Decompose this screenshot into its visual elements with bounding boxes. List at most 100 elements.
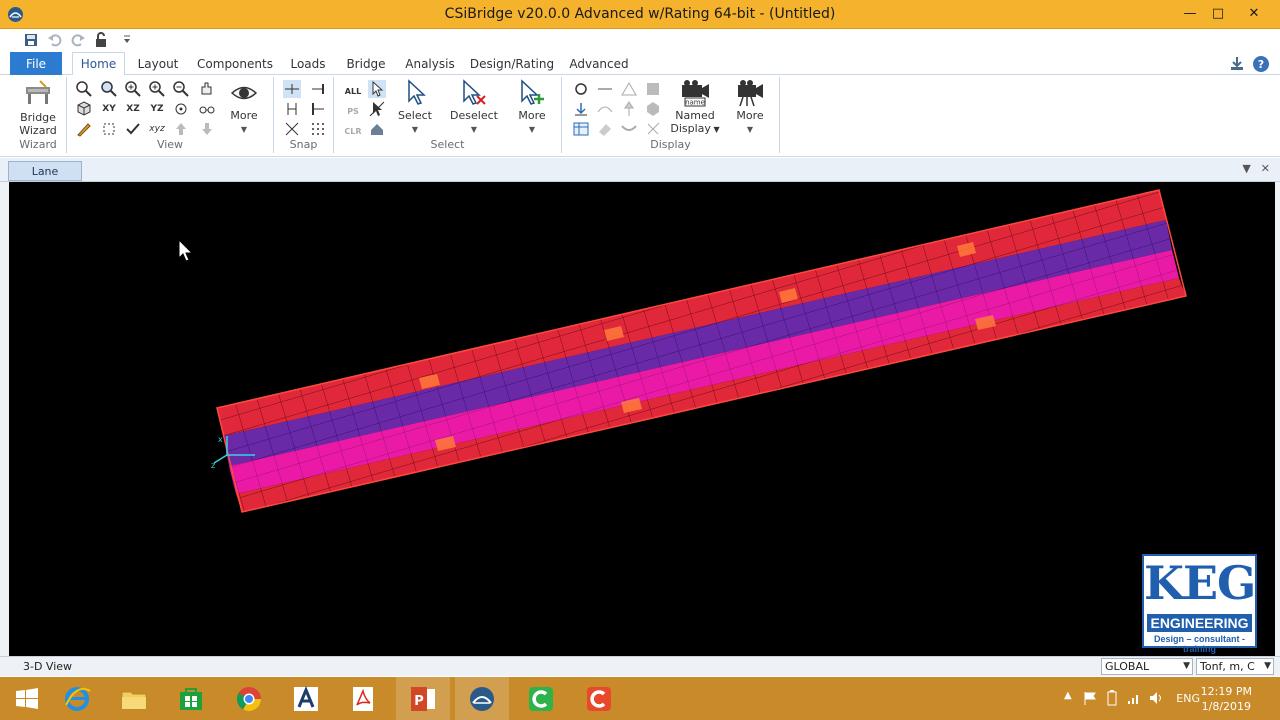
- xz-view-button[interactable]: XZ: [124, 100, 142, 118]
- file-explorer-taskbar-button[interactable]: [107, 677, 161, 720]
- taskbar-clock[interactable]: 12:19 PM 1/8/2019: [1201, 684, 1252, 714]
- select-more-button[interactable]: More ▼: [512, 79, 552, 136]
- display-table-icon[interactable]: [572, 120, 590, 138]
- select-area-icon[interactable]: [368, 120, 386, 138]
- show-loads-icon[interactable]: [572, 100, 590, 118]
- rotate-view-icon[interactable]: [172, 100, 190, 118]
- eraser-icon[interactable]: [596, 120, 614, 138]
- battery-icon[interactable]: [1104, 690, 1120, 706]
- download-icon[interactable]: [1228, 55, 1246, 73]
- set-limits-icon[interactable]: [100, 120, 118, 138]
- snap-perpendicular-icon[interactable]: [309, 100, 327, 118]
- tab-advanced[interactable]: Advanced: [568, 52, 630, 75]
- powerpoint-taskbar-button[interactable]: P: [396, 677, 450, 720]
- internet-explorer-taskbar-button[interactable]: [50, 677, 104, 720]
- redo-icon[interactable]: [70, 32, 86, 48]
- show-tendons-icon[interactable]: [596, 100, 614, 118]
- tab-loads[interactable]: Loads: [288, 52, 328, 75]
- select-add-icon: [521, 79, 544, 105]
- tab-list-dropdown-icon[interactable]: ▼: [1242, 162, 1250, 175]
- save-icon[interactable]: [23, 32, 39, 48]
- deformed-shape-icon[interactable]: [620, 120, 638, 138]
- snap-ends-icon[interactable]: [309, 80, 327, 98]
- svg-text:P: P: [414, 694, 424, 709]
- zoom-in-icon[interactable]: [124, 80, 142, 98]
- display-group-label: Display: [650, 138, 691, 151]
- customize-qat-icon[interactable]: [122, 32, 132, 48]
- yz-view-button[interactable]: YZ: [148, 100, 166, 118]
- show-links-icon[interactable]: [620, 100, 638, 118]
- ribbon-tabs: File Home Layout Components Loads Bridge…: [0, 52, 1280, 76]
- close-button[interactable]: ✕: [1232, 0, 1276, 26]
- select-all-button[interactable]: ALL: [344, 82, 362, 100]
- start-button[interactable]: [0, 677, 54, 720]
- zoom-rubber-band-icon[interactable]: [75, 80, 93, 98]
- zoom-out-icon[interactable]: [172, 80, 190, 98]
- show-areas-icon[interactable]: [620, 80, 638, 98]
- select-intersecting-icon[interactable]: [368, 100, 386, 118]
- select-button[interactable]: Select ▼: [394, 79, 436, 136]
- acrobat-taskbar-button[interactable]: [336, 677, 390, 720]
- bridge-deck[interactable]: [216, 189, 1187, 513]
- store-taskbar-button[interactable]: [164, 677, 218, 720]
- tab-file[interactable]: File: [10, 52, 62, 75]
- named-display-button[interactable]: name Named Display ▼: [670, 79, 720, 136]
- show-solids-icon[interactable]: [644, 80, 662, 98]
- document-tab-lane[interactable]: Lane: [8, 161, 82, 181]
- show-hidden-icons-icon[interactable]: ▲: [1064, 690, 1072, 701]
- display-more-button[interactable]: More ▼: [732, 79, 768, 136]
- bridge-wizard-button[interactable]: Bridge Wizard: [12, 79, 64, 137]
- undo-icon[interactable]: [47, 32, 63, 48]
- tab-home[interactable]: Home: [72, 52, 125, 76]
- arrow-down-icon[interactable]: [198, 120, 216, 138]
- flag-icon[interactable]: [1082, 690, 1098, 706]
- pointer-icon[interactable]: [368, 80, 386, 98]
- volume-icon[interactable]: [1148, 690, 1164, 706]
- xyz-view-button[interactable]: xyz: [148, 120, 166, 138]
- minimize-button[interactable]: —: [1176, 0, 1204, 26]
- snap-lines-icon[interactable]: [283, 120, 301, 138]
- show-shells-icon[interactable]: [644, 100, 662, 118]
- pencil-icon[interactable]: [75, 120, 93, 138]
- snap-intersection-icon[interactable]: [283, 100, 301, 118]
- view-more-button[interactable]: More ▼: [225, 79, 263, 136]
- perspective-icon[interactable]: [198, 100, 216, 118]
- zoom-step-in-icon[interactable]: [148, 80, 166, 98]
- tab-components[interactable]: Components: [195, 52, 275, 75]
- view-group-label: View: [156, 138, 184, 151]
- tab-analysis[interactable]: Analysis: [403, 52, 457, 75]
- unlock-icon[interactable]: [93, 32, 109, 48]
- bridge-model-canvas[interactable]: x z: [9, 182, 1275, 656]
- tab-design-rating[interactable]: Design/Rating: [470, 52, 554, 75]
- 3d-viewport[interactable]: x z KEG ENGINEERING Design – consultant …: [9, 182, 1275, 656]
- units-dropdown[interactable]: Tonf, m, C ▼: [1196, 658, 1274, 675]
- language-indicator[interactable]: ENG: [1176, 692, 1200, 705]
- chrome-taskbar-button[interactable]: [222, 677, 276, 720]
- deselect-button[interactable]: Deselect ▼: [448, 79, 500, 136]
- arrow-up-icon[interactable]: [172, 120, 190, 138]
- quick-access-toolbar: [0, 29, 1280, 51]
- snap-points-icon[interactable]: [283, 80, 301, 98]
- show-frames-icon[interactable]: [596, 80, 614, 98]
- 3d-view-icon[interactable]: [75, 100, 93, 118]
- autocad-taskbar-button[interactable]: [279, 677, 333, 720]
- show-joints-icon[interactable]: [572, 80, 590, 98]
- tab-bridge[interactable]: Bridge: [343, 52, 389, 75]
- csibridge-taskbar-button[interactable]: [455, 677, 509, 720]
- pan-icon[interactable]: [198, 80, 216, 98]
- previous-select-button[interactable]: PS: [344, 102, 362, 120]
- axes-icon[interactable]: [644, 120, 662, 138]
- camtasia-studio-taskbar-button[interactable]: [572, 677, 626, 720]
- help-icon[interactable]: ?: [1252, 55, 1270, 73]
- close-document-icon[interactable]: ✕: [1261, 162, 1270, 175]
- maximize-button[interactable]: □: [1204, 0, 1232, 26]
- camtasia-recorder-taskbar-button[interactable]: [514, 677, 568, 720]
- pdf-icon: [353, 686, 373, 711]
- zoom-restore-icon[interactable]: [100, 80, 118, 98]
- tab-layout[interactable]: Layout: [135, 52, 181, 75]
- check-icon[interactable]: [124, 120, 142, 138]
- xy-view-button[interactable]: XY: [100, 100, 118, 118]
- snap-grid-icon[interactable]: [309, 120, 327, 138]
- network-icon[interactable]: [1126, 690, 1142, 706]
- coordinate-system-dropdown[interactable]: GLOBAL ▼: [1101, 658, 1193, 675]
